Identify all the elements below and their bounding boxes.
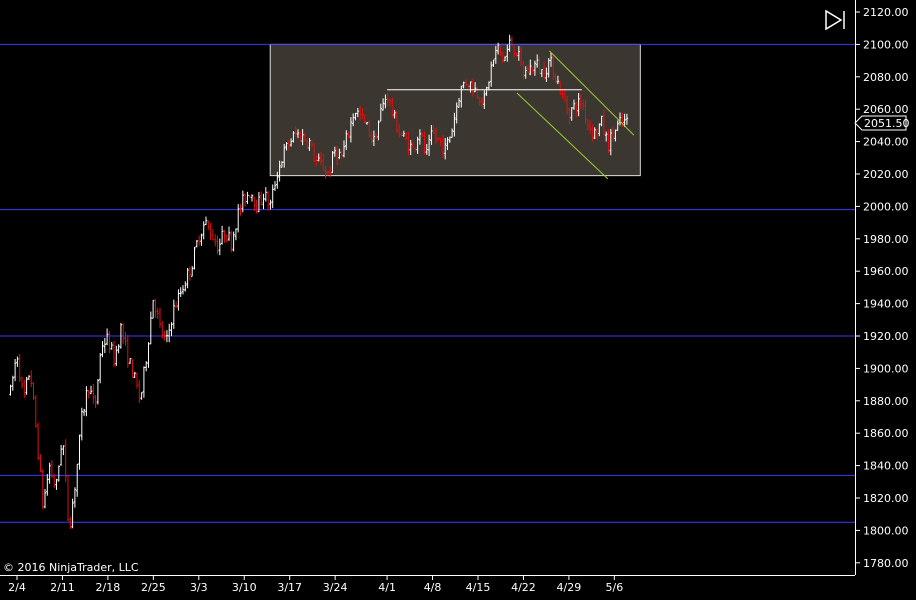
- x-tick-label: 3/24: [323, 581, 348, 594]
- x-tick-label: 2/18: [96, 581, 121, 594]
- x-tick-label: 3/10: [232, 581, 257, 594]
- y-tick-label: 2100.00: [863, 38, 909, 51]
- y-tick-label: 1860.00: [863, 427, 909, 440]
- play-to-end-icon[interactable]: [824, 8, 848, 32]
- price-chart: 2120.00 2100.00 2080.00 2060.00 2040.00 2020.…: [0, 0, 916, 600]
- x-tick-label: 5/6: [605, 581, 623, 594]
- x-tick-label: 4/8: [424, 581, 442, 594]
- x-tick-label: 3/17: [277, 581, 302, 594]
- y-tick-label: 2040.00: [863, 136, 909, 149]
- y-tick-label: 1940.00: [863, 298, 909, 311]
- y-tick-label: 1800.00: [863, 524, 909, 537]
- y-tick-label: 1920.00: [863, 330, 909, 343]
- copyright-text: © 2016 NinjaTrader, LLC: [3, 561, 139, 574]
- y-tick-label: 2120.00: [863, 6, 909, 19]
- y-tick-label: 1880.00: [863, 395, 909, 408]
- consolidation-box-layer: [269, 43, 641, 177]
- y-tick-label: 1840.00: [863, 460, 909, 473]
- y-tick-label: 1780.00: [863, 557, 909, 570]
- current-price-label: 2051.50: [864, 117, 910, 130]
- y-tick-label: 1960.00: [863, 265, 909, 278]
- x-tick-label: 4/15: [466, 581, 491, 594]
- y-tick-label: 2060.00: [863, 103, 909, 116]
- y-tick-label: 1900.00: [863, 362, 909, 375]
- y-tick-label: 1820.00: [863, 492, 909, 505]
- x-tick-label: 2/4: [8, 581, 26, 594]
- x-tick-label: 2/25: [141, 581, 166, 594]
- y-tick-label: 2000.00: [863, 200, 909, 213]
- x-tick-label: 4/1: [378, 581, 396, 594]
- y-tick-label: 1980.00: [863, 233, 909, 246]
- y-tick-label: 2020.00: [863, 168, 909, 181]
- x-tick-label: 4/29: [557, 581, 582, 594]
- x-tick-label: 2/11: [50, 581, 75, 594]
- x-tick-label: 3/3: [190, 581, 208, 594]
- consolidation-box: [269, 43, 641, 177]
- y-tick-label: 2080.00: [863, 71, 909, 84]
- x-tick-label: 4/22: [511, 581, 536, 594]
